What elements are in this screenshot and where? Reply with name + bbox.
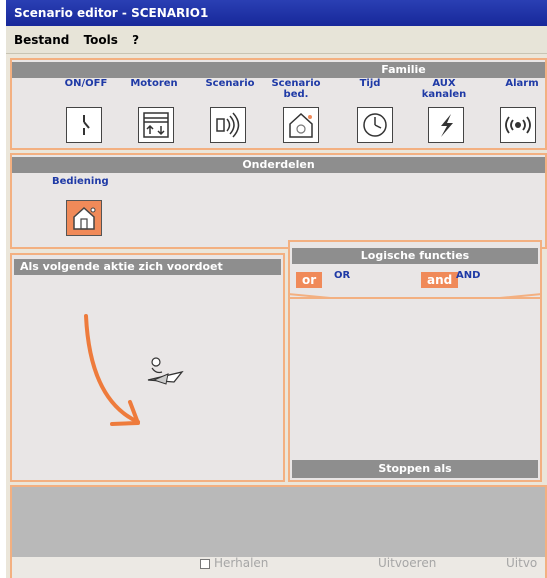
or-chip[interactable]: or (296, 272, 323, 288)
menu-item-tools[interactable]: Tools (84, 33, 118, 47)
menu-item-bestand[interactable]: Bestand (14, 33, 69, 47)
familie-header: Familie (12, 62, 545, 78)
onderdelen-item-label: Bediening (52, 176, 109, 187)
and-chip[interactable]: and (421, 272, 459, 288)
repeat-checkbox[interactable] (200, 559, 210, 569)
stop-condition-panel (288, 297, 542, 482)
alarm-icon[interactable] (500, 107, 536, 143)
shutter-icon[interactable] (138, 107, 174, 143)
menu-item-help[interactable]: ? (132, 33, 139, 47)
familie-label-motoren: Motoren (130, 78, 178, 89)
and-label: AND (456, 270, 481, 281)
familie-label-aux: AUX kanalen (421, 78, 467, 100)
familie-label-tijd: Tijd (359, 78, 381, 89)
repeat-label: Herhalen (214, 556, 269, 570)
switch-icon[interactable] (66, 107, 102, 143)
house-icon[interactable] (283, 107, 319, 143)
or-label: OR (334, 270, 351, 281)
lightning-icon[interactable] (428, 107, 464, 143)
window-title-bar: Scenario editor - SCENARIO1 (6, 0, 547, 26)
house-control-icon[interactable] (66, 200, 102, 236)
logic-functions-header: Logische functies (292, 248, 538, 264)
clock-icon[interactable] (357, 107, 393, 143)
execute-button[interactable]: Uitvoeren (378, 556, 436, 570)
onderdelen-header: Onderdelen (12, 157, 545, 173)
scenario-icon[interactable] (210, 107, 246, 143)
menu-bar: Bestand Tools ? (6, 26, 547, 54)
actions-panel (10, 485, 547, 578)
execute-secondary-button[interactable]: Uitvo (506, 556, 537, 570)
familie-label-alarm: Alarm (505, 78, 539, 89)
window-title: Scenario editor - SCENARIO1 (14, 6, 209, 20)
drag-cursor-icon (147, 357, 184, 385)
familie-label-scenario-bed: Scenario bed. (271, 78, 321, 100)
familie-label-scenario: Scenario (205, 78, 255, 89)
trigger-header: Als volgende aktie zich voordoet (14, 259, 281, 275)
actions-footer-bar (12, 557, 545, 578)
familie-label-onoff: ON/OFF (64, 78, 108, 89)
stop-header: Stoppen als (292, 460, 538, 478)
